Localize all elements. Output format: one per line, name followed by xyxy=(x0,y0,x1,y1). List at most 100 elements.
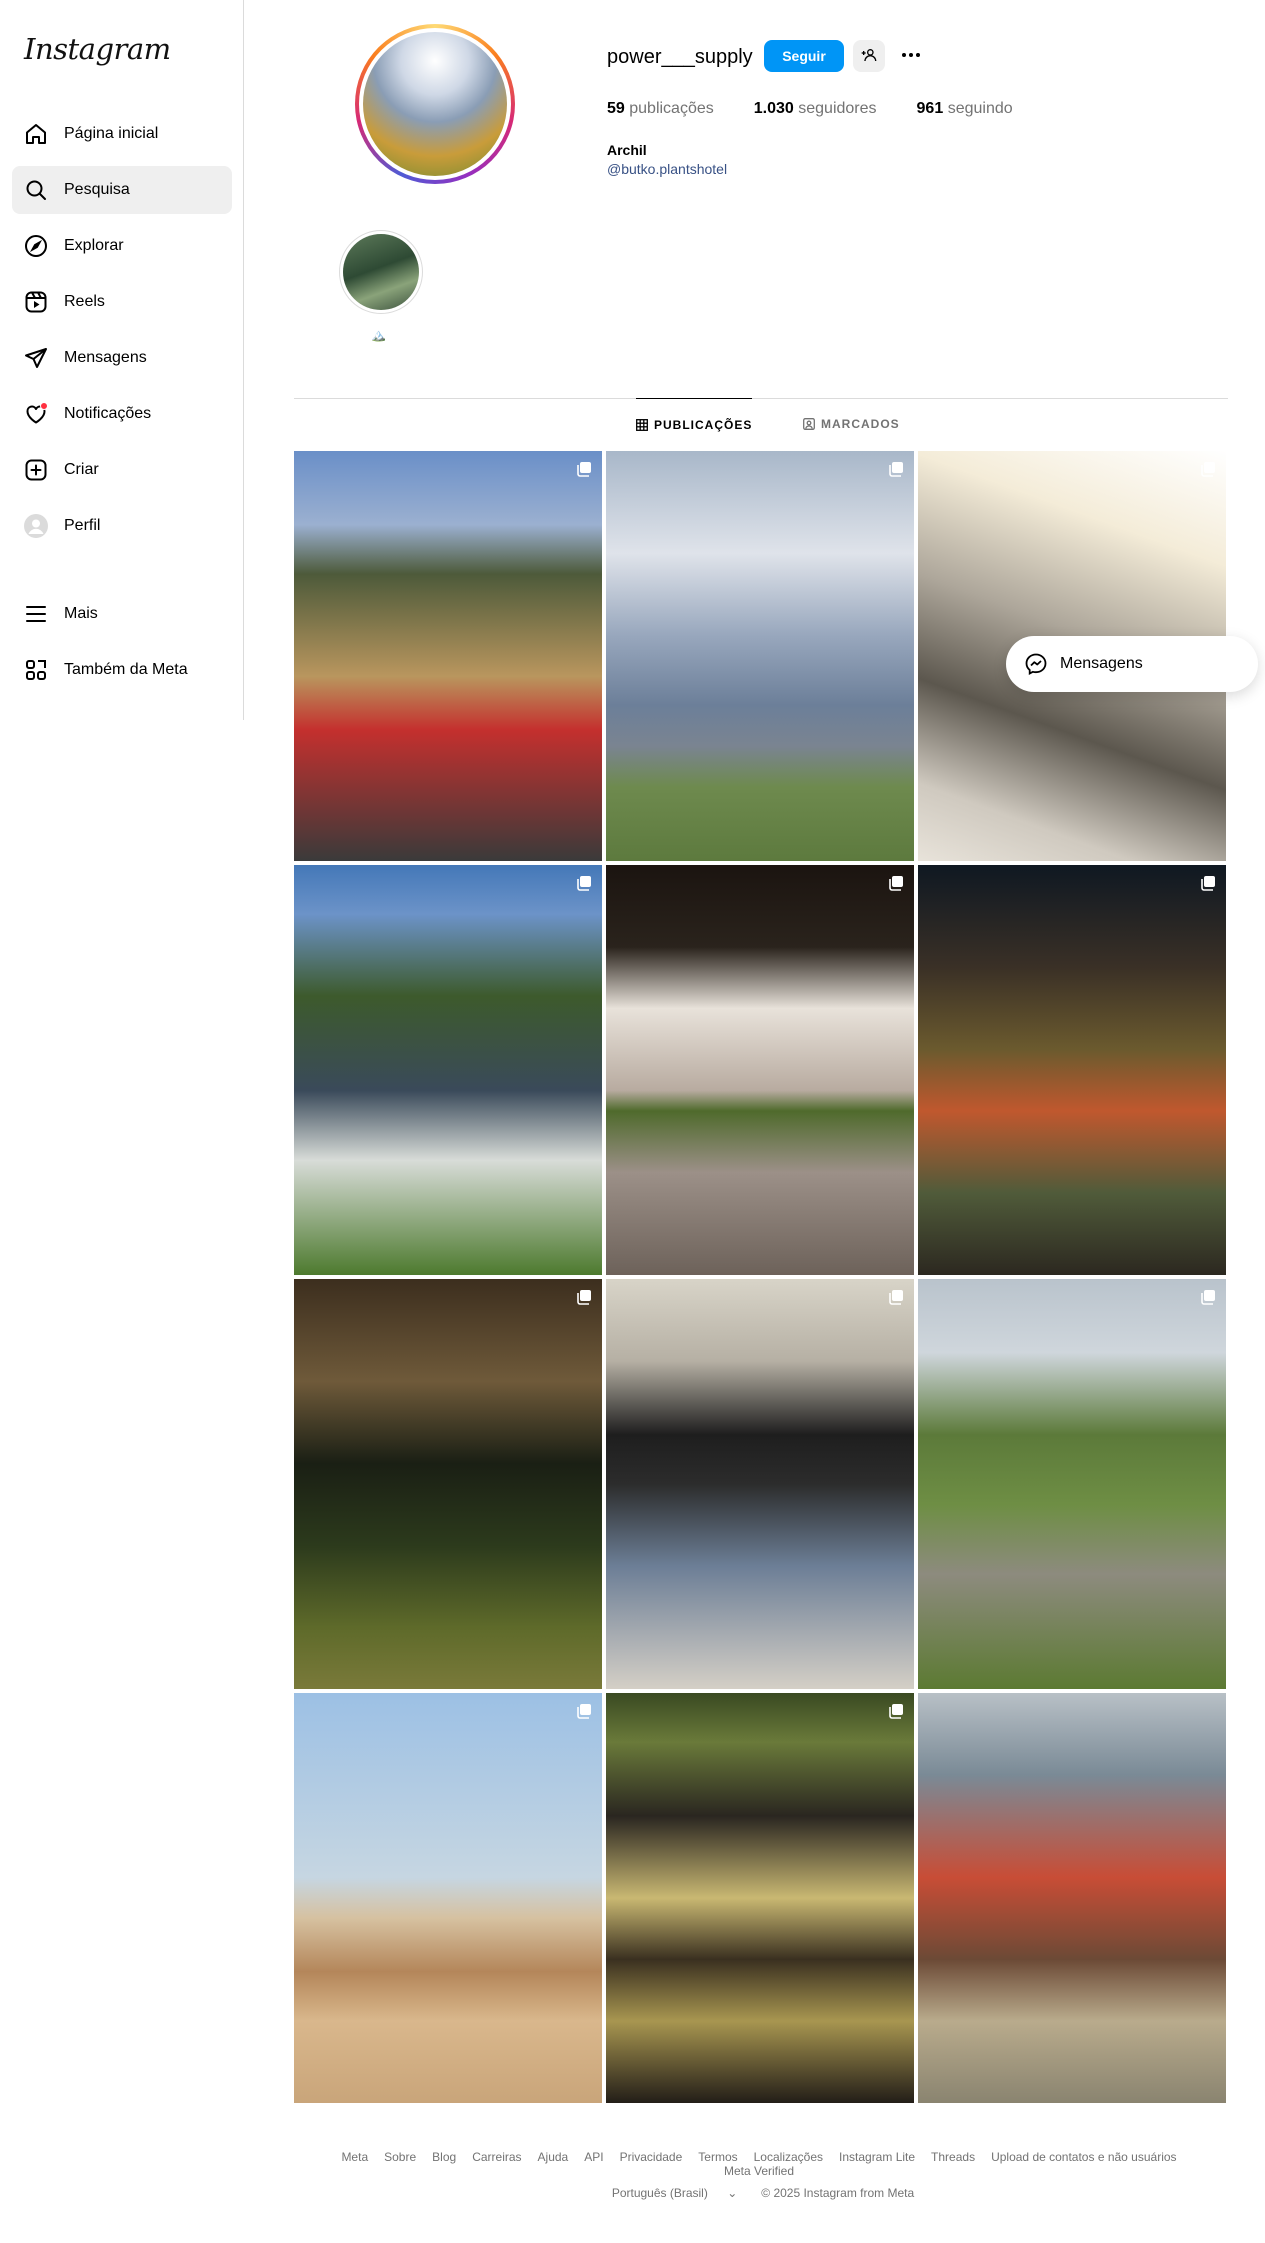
bio-link[interactable]: @butko.plantshotel xyxy=(607,161,727,177)
sidebar-item-also-from-meta[interactable]: Também da Meta xyxy=(12,646,232,694)
post-thumbnail[interactable] xyxy=(294,451,602,861)
footer-link[interactable]: API xyxy=(584,2150,603,2164)
tagged-icon xyxy=(803,418,815,430)
sidebar-item-reels[interactable]: Reels xyxy=(12,278,232,326)
post-thumbnail[interactable] xyxy=(918,1279,1226,1689)
sidebar-item-home[interactable]: Página inicial xyxy=(12,110,232,158)
footer-link[interactable]: Upload de contatos e não usuários xyxy=(991,2150,1176,2164)
posts-stat: 59 publicações xyxy=(607,100,714,118)
posts-grid xyxy=(294,451,1226,2103)
posts-label: publicações xyxy=(629,100,714,117)
carousel-icon xyxy=(577,1704,591,1719)
followers-label: seguidores xyxy=(798,100,877,117)
more-options-button[interactable] xyxy=(895,40,927,72)
footer-link[interactable]: Threads xyxy=(931,2150,975,2164)
copyright: © 2025 Instagram from Meta xyxy=(761,2186,915,2200)
notification-dot xyxy=(40,402,48,410)
sidebar-item-label: Perfil xyxy=(64,517,101,534)
tabs-divider xyxy=(294,398,1228,399)
ellipsis-icon xyxy=(899,43,923,70)
post-thumbnail[interactable] xyxy=(294,1693,602,2103)
highlight-label: 🏔️ xyxy=(371,328,386,342)
post-thumbnail[interactable] xyxy=(606,1693,914,2103)
following-stat[interactable]: 961 seguindo xyxy=(917,100,1013,118)
carousel-icon xyxy=(889,462,903,477)
sidebar-item-label: Pesquisa xyxy=(64,181,130,198)
footer-link[interactable]: Instagram Lite xyxy=(839,2150,915,2164)
sidebar: Instagram Página inicial Pesquisa Explor… xyxy=(0,0,244,720)
footer-link[interactable]: Termos xyxy=(698,2150,737,2164)
footer-links: Meta Sobre Blog Carreiras Ajuda API Priv… xyxy=(294,2150,1224,2178)
footer-link[interactable]: Localizações xyxy=(754,2150,823,2164)
story-highlight[interactable] xyxy=(339,230,423,314)
carousel-icon xyxy=(577,1290,591,1305)
tab-tagged[interactable]: MARCADOS xyxy=(803,398,900,450)
profile-username: power___supply xyxy=(607,46,753,68)
send-icon xyxy=(24,346,48,370)
carousel-icon xyxy=(889,876,903,891)
posts-count: 59 xyxy=(607,100,625,117)
home-icon xyxy=(24,122,48,146)
sidebar-item-profile[interactable]: Perfil xyxy=(12,502,232,550)
follow-button[interactable]: Seguir xyxy=(764,40,844,72)
highlight-cover xyxy=(343,234,419,310)
following-label: seguindo xyxy=(947,100,1013,117)
carousel-icon xyxy=(889,1290,903,1305)
sidebar-item-create[interactable]: Criar xyxy=(12,446,232,494)
sidebar-item-explore[interactable]: Explorar xyxy=(12,222,232,270)
post-thumbnail[interactable] xyxy=(606,1279,914,1689)
sidebar-item-label: Também da Meta xyxy=(64,661,188,678)
tab-label: MARCADOS xyxy=(821,417,900,431)
sidebar-item-label: Mensagens xyxy=(64,349,147,366)
post-thumbnail[interactable] xyxy=(294,1279,602,1689)
footer-bottom: Português (Brasil) ⌄ © 2025 Instagram fr… xyxy=(294,2186,1224,2200)
profile-avatar-icon xyxy=(24,514,48,538)
suggested-accounts-button[interactable] xyxy=(853,40,885,72)
instagram-logo[interactable]: Instagram xyxy=(24,32,171,66)
footer-link[interactable]: Privacidade xyxy=(620,2150,683,2164)
post-thumbnail[interactable] xyxy=(918,865,1226,1275)
menu-icon xyxy=(24,602,48,626)
post-thumbnail[interactable] xyxy=(294,865,602,1275)
chevron-down-icon: ⌄ xyxy=(727,2186,738,2200)
tab-posts[interactable]: PUBLICAÇÕES xyxy=(636,398,753,450)
sidebar-item-label: Reels xyxy=(64,293,105,310)
post-thumbnail[interactable] xyxy=(918,1693,1226,2103)
followers-count: 1.030 xyxy=(753,100,794,117)
profile-photo xyxy=(363,32,507,176)
footer-link[interactable]: Meta xyxy=(341,2150,368,2164)
footer-link[interactable]: Ajuda xyxy=(538,2150,569,2164)
reels-icon xyxy=(24,290,48,314)
footer-link[interactable]: Blog xyxy=(432,2150,456,2164)
profile-stats: 59 publicações 1.030 seguidores 961 segu… xyxy=(607,100,1053,118)
sidebar-item-more[interactable]: Mais xyxy=(12,590,232,638)
messenger-icon xyxy=(1024,652,1048,676)
carousel-icon xyxy=(1201,462,1215,477)
carousel-icon xyxy=(1201,876,1215,891)
sidebar-item-label: Página inicial xyxy=(64,125,159,142)
meta-apps-icon xyxy=(24,658,48,682)
carousel-icon xyxy=(1201,1290,1215,1305)
carousel-icon xyxy=(889,1704,903,1719)
bio-name: Archil xyxy=(607,142,647,158)
language-selector[interactable]: Português (Brasil) ⌄ xyxy=(604,2186,745,2200)
compass-icon xyxy=(24,234,48,258)
add-person-icon xyxy=(861,47,877,66)
messages-floating-button[interactable]: Mensagens xyxy=(1006,636,1258,692)
footer-link[interactable]: Meta Verified xyxy=(724,2164,794,2178)
post-thumbnail[interactable] xyxy=(606,451,914,861)
following-count: 961 xyxy=(916,100,944,117)
heart-icon xyxy=(24,402,48,426)
search-icon xyxy=(24,178,48,202)
followers-stat[interactable]: 1.030 seguidores xyxy=(754,100,877,118)
footer-link[interactable]: Carreiras xyxy=(472,2150,521,2164)
sidebar-item-notifications[interactable]: Notificações xyxy=(12,390,232,438)
sidebar-item-label: Explorar xyxy=(64,237,124,254)
footer-link[interactable]: Sobre xyxy=(384,2150,416,2164)
sidebar-item-search[interactable]: Pesquisa xyxy=(12,166,232,214)
carousel-icon xyxy=(577,462,591,477)
sidebar-item-messages[interactable]: Mensagens xyxy=(12,334,232,382)
messages-label: Mensagens xyxy=(1060,655,1143,672)
profile-avatar[interactable] xyxy=(355,24,515,184)
post-thumbnail[interactable] xyxy=(606,865,914,1275)
